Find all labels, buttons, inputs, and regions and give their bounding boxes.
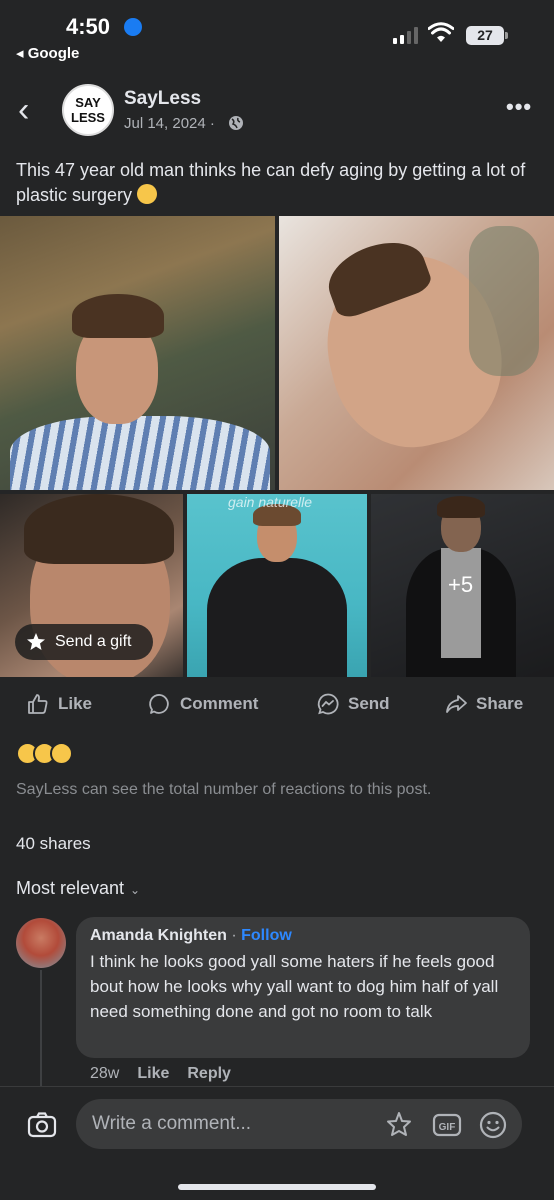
comment-author[interactable]: Amanda Knighten <box>90 927 227 944</box>
status-bar: 4:50 ◂ Google 27 <box>0 0 554 70</box>
post-header: ‹ SAY LESS SayLess Jul 14, 2024 · ••• <box>0 78 554 148</box>
comment-like-button[interactable]: Like <box>137 1065 169 1083</box>
comment-input-placeholder: Write a comment... <box>92 1113 252 1134</box>
share-count[interactable]: 40 shares <box>16 834 91 854</box>
post-photo-4[interactable] <box>187 494 367 677</box>
clock: 4:50 <box>66 14 111 39</box>
wifi-icon <box>428 22 454 42</box>
post-date: Jul 14, 2024 · <box>124 115 215 132</box>
battery-indicator: 27 <box>466 26 508 45</box>
globe-icon <box>229 116 243 130</box>
gift-star-icon <box>27 633 45 650</box>
separator-dot: · <box>231 927 242 944</box>
comment-text: I think he looks good yall some haters i… <box>90 952 499 1021</box>
comment-sort-dropdown[interactable]: Most relevant ⌄ <box>16 878 140 899</box>
sad-face-icon <box>50 742 73 765</box>
thumbs-up-icon <box>28 694 48 714</box>
page-name[interactable]: SayLess <box>124 88 201 110</box>
more-options-button[interactable]: ••• <box>506 96 532 118</box>
post-photo-2[interactable] <box>279 216 554 490</box>
more-photos-count[interactable]: +5 <box>448 572 473 598</box>
back-to-app-link[interactable]: ◂ Google <box>16 44 79 62</box>
comment-meta: 28w Like Reply <box>90 1065 231 1083</box>
reaction-visibility-note: SayLess can see the total number of reac… <box>16 781 432 798</box>
signal-icon <box>393 26 418 44</box>
thread-line <box>40 970 42 1086</box>
follow-link[interactable]: Follow <box>241 927 292 944</box>
reaction-summary[interactable] <box>16 742 80 766</box>
share-label: Share <box>476 694 524 713</box>
comment-bubble[interactable]: Amanda Knighten · Follow I think he look… <box>76 917 530 1058</box>
comment-button[interactable]: Comment <box>148 686 258 722</box>
back-button[interactable]: ‹ <box>18 90 48 130</box>
chevron-down-icon: ⌄ <box>130 883 141 897</box>
send-gift-button[interactable]: Send a gift <box>15 624 153 660</box>
location-icon <box>124 18 142 36</box>
post-photo-1[interactable] <box>0 216 275 490</box>
send-label: Send <box>348 694 390 713</box>
svg-text:SAY: SAY <box>75 95 101 110</box>
comment-input[interactable]: Write a comment... GIF <box>76 1099 522 1149</box>
gif-icon[interactable]: GIF <box>432 1110 462 1140</box>
comment-reply-button[interactable]: Reply <box>187 1065 231 1083</box>
like-button[interactable]: Like <box>26 686 92 722</box>
post-text: This 47 year old man thinks he can defy … <box>16 158 536 208</box>
comment-bubble-icon <box>149 694 169 714</box>
comment-age: 28w <box>90 1065 120 1082</box>
share-button[interactable]: Share <box>444 686 523 722</box>
comment-label: Comment <box>180 694 259 713</box>
svg-text:GIF: GIF <box>439 1122 456 1133</box>
send-gift-label: Send a gift <box>55 633 132 650</box>
comment-composer: Write a comment... GIF <box>0 1086 554 1200</box>
woozy-face-icon <box>137 184 158 204</box>
svg-text:LESS: LESS <box>71 110 105 125</box>
camera-icon[interactable] <box>26 1109 58 1141</box>
page-avatar[interactable]: SAY LESS <box>62 84 114 136</box>
sayless-logo: SAY LESS <box>65 87 111 133</box>
messenger-icon <box>317 693 339 715</box>
like-label: Like <box>58 694 93 713</box>
avatar-sticker-icon[interactable] <box>384 1110 414 1140</box>
post-text-body: This 47 year old man thinks he can defy … <box>16 160 526 205</box>
photo-watermark: gain naturelle <box>228 494 313 510</box>
sort-label: Most relevant <box>16 878 125 898</box>
post-action-bar: Like Comment Send Share <box>0 686 554 722</box>
share-arrow-icon <box>446 695 467 713</box>
commenter-avatar[interactable] <box>16 918 66 968</box>
home-indicator <box>178 1184 376 1190</box>
emoji-icon[interactable] <box>478 1110 508 1140</box>
send-button[interactable]: Send <box>316 686 390 722</box>
